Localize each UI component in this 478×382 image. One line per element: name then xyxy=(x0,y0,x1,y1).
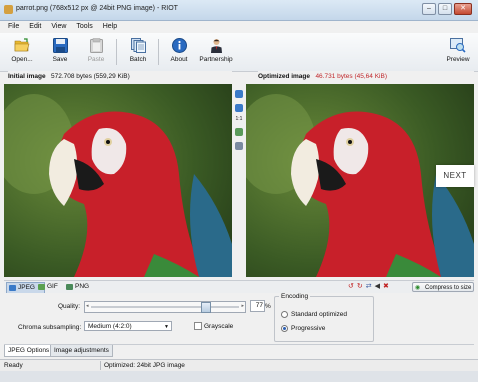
optimized-image-size: 46.731 bytes (45,64 KiB) xyxy=(315,73,387,80)
encoding-standard-radio[interactable]: Standard optimized xyxy=(281,311,347,318)
batch-button[interactable]: Batch xyxy=(120,35,156,69)
volume-icon[interactable]: ◀ xyxy=(375,282,380,292)
quality-value-field[interactable]: 77 xyxy=(250,300,265,312)
paste-button[interactable]: Paste xyxy=(78,35,114,69)
toolbar-separator xyxy=(158,39,159,65)
zoom-toolbar: 1:1 xyxy=(232,84,246,277)
flip-icon[interactable]: ⇄ xyxy=(366,282,372,292)
format-bar: JPEG GIF PNG ↺ ↻ ⇄ ◀ ✖ ◉ Compress to siz… xyxy=(4,280,474,294)
close-button[interactable]: ✕ xyxy=(454,3,472,15)
format-png-tab[interactable]: PNG xyxy=(64,282,101,292)
optimized-image-header: Optimized image 46.731 bytes (45,64 KiB) xyxy=(258,71,474,83)
sync-view-icon[interactable] xyxy=(235,142,243,150)
reset-icon[interactable]: ✖ xyxy=(383,282,389,292)
encoding-label: Encoding xyxy=(279,293,311,300)
options-tabs: JPEG Options Image adjustments xyxy=(4,344,474,357)
grayscale-checkbox[interactable]: Grayscale xyxy=(194,322,233,330)
floppy-disk-icon xyxy=(52,37,68,53)
quality-percent-label: % xyxy=(265,303,271,310)
status-bar: Ready Optimized: 24bit JPG image xyxy=(0,359,478,371)
zoom-one-to-one-button[interactable]: 1:1 xyxy=(232,116,246,122)
optimized-image-label: Optimized image xyxy=(258,73,311,80)
initial-image-header: Initial image 572.708 bytes (559,29 KiB) xyxy=(8,71,232,83)
initial-image-size: 572.708 bytes (559,29 KiB) xyxy=(51,73,130,80)
tab-jpeg-options[interactable]: JPEG Options xyxy=(4,345,54,357)
info-icon xyxy=(171,37,187,53)
app-icon xyxy=(4,5,13,14)
toolbar: Open... Save Paste Batch About Partnersh… xyxy=(0,33,478,72)
compress-icon: ◉ xyxy=(415,285,421,291)
compress-to-size-button[interactable]: ◉ Compress to size xyxy=(412,282,474,292)
image-tools: ↺ ↻ ⇄ ◀ ✖ xyxy=(348,282,389,292)
quality-slider-thumb[interactable] xyxy=(200,302,211,313)
title-bar: parrot.png (768x512 px @ 24bit PNG image… xyxy=(0,0,478,21)
rotate-right-icon[interactable]: ↻ xyxy=(357,282,363,292)
person-icon xyxy=(208,37,224,53)
open-button[interactable]: Open... xyxy=(4,35,40,69)
menu-file[interactable]: File xyxy=(8,21,19,32)
toolbar-separator xyxy=(116,39,117,65)
status-message: Optimized: 24bit JPG image xyxy=(104,362,185,369)
minimize-button[interactable]: – xyxy=(422,3,436,15)
preview-button[interactable]: Preview xyxy=(440,35,476,69)
menu-bar: File Edit View Tools Help xyxy=(0,21,478,32)
window-title: parrot.png (768x512 px @ 24bit PNG image… xyxy=(16,5,178,12)
encoding-group: Encoding Standard optimized Progressive xyxy=(274,293,374,342)
rotate-left-icon[interactable]: ↺ xyxy=(348,282,354,292)
menu-view[interactable]: View xyxy=(51,21,66,32)
chroma-subsampling-select[interactable]: Medium (4:2:0) ▼ xyxy=(84,321,172,331)
fit-image-icon[interactable] xyxy=(235,128,243,136)
quality-slider[interactable]: ◂ ▸ xyxy=(84,301,246,313)
status-ready: Ready xyxy=(4,362,23,369)
chevron-down-icon: ▼ xyxy=(164,324,169,330)
zoom-out-icon[interactable] xyxy=(235,104,243,112)
zoom-in-icon[interactable] xyxy=(235,90,243,98)
jpeg-icon xyxy=(9,285,16,291)
slider-right-arrow[interactable]: ▸ xyxy=(241,303,244,309)
menu-tools[interactable]: Tools xyxy=(76,21,92,32)
clipboard-icon xyxy=(88,37,104,53)
folder-open-icon xyxy=(14,37,30,53)
save-button[interactable]: Save xyxy=(42,35,78,69)
menu-help[interactable]: Help xyxy=(103,21,117,32)
preview-icon xyxy=(450,37,466,53)
app-window: parrot.png (768x512 px @ 24bit PNG image… xyxy=(0,0,478,382)
chroma-subsampling-label: Chroma subsampling: xyxy=(18,324,82,331)
batch-icon xyxy=(130,37,146,53)
jpeg-options-panel: Quality: ◂ ▸ 77 % Chroma subsampling: Me… xyxy=(4,293,474,343)
gif-icon xyxy=(38,284,45,290)
tab-image-adjustments[interactable]: Image adjustments xyxy=(50,345,113,357)
encoding-progressive-radio[interactable]: Progressive xyxy=(281,325,325,332)
maximize-button[interactable]: □ xyxy=(438,3,452,15)
next-overlay-button[interactable]: NEXT xyxy=(436,165,474,187)
png-icon xyxy=(66,284,73,290)
initial-image-label: Initial image xyxy=(8,73,46,80)
initial-image-view[interactable] xyxy=(4,84,232,277)
about-button[interactable]: About xyxy=(161,35,197,69)
menu-edit[interactable]: Edit xyxy=(29,21,41,32)
slider-left-arrow[interactable]: ◂ xyxy=(86,303,89,309)
initial-parrot-image xyxy=(4,84,232,277)
taskbar-strip xyxy=(0,371,478,382)
quality-label: Quality: xyxy=(58,303,81,310)
partnership-button[interactable]: Partnership xyxy=(196,35,236,69)
